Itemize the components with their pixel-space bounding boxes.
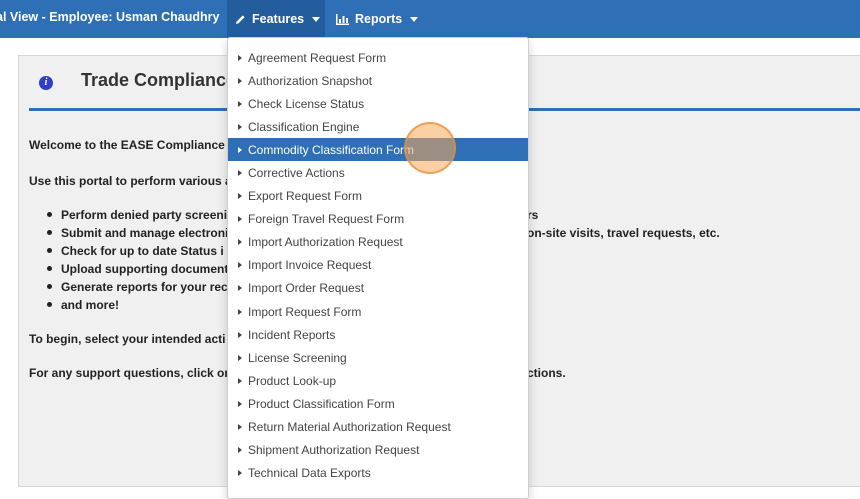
menu-item-label: Export Request Form [248, 189, 363, 204]
bar-chart-icon [336, 13, 349, 25]
list-item: Perform denied party screeni [29, 208, 228, 226]
begin-text: To begin, select your intended acti [29, 332, 226, 346]
portal-title: al View - Employee: Usman Chaudhry [0, 10, 220, 24]
intro-text: Use this portal to perform various a [29, 174, 232, 188]
caret-right-icon [238, 400, 242, 407]
page-title: Trade Compliance [81, 70, 237, 90]
menu-item-label: Authorization Snapshot [248, 73, 373, 88]
caret-right-icon [238, 216, 242, 223]
caret-right-icon [238, 447, 242, 454]
menu-item-import-invoice-request[interactable]: Import Invoice Request [228, 254, 528, 277]
menu-item-label: Product Look-up [248, 373, 337, 388]
caret-right-icon [238, 54, 242, 61]
menu-item-label: Import Request Form [248, 304, 362, 319]
caret-right-icon [238, 123, 242, 130]
menu-item-shipment-authorization-request[interactable]: Shipment Authorization Request [228, 439, 528, 462]
menu-item-label: Check License Status [248, 96, 365, 111]
menu-item-export-request-form[interactable]: Export Request Form [228, 185, 528, 208]
caret-right-icon [238, 77, 242, 84]
features-label: Features [252, 12, 305, 26]
menu-item-import-order-request[interactable]: Import Order Request [228, 277, 528, 300]
chevron-down-icon [410, 16, 419, 22]
feature-list: Perform denied party screeni Submit and … [29, 208, 228, 316]
list-item: Upload supporting document [29, 262, 228, 280]
caret-right-icon [238, 239, 242, 246]
support-text: For any support questions, click on [29, 366, 232, 380]
menu-item-label: Import Authorization Request [248, 235, 403, 250]
menu-item-label: Commodity Classification Form [248, 142, 415, 157]
menu-item-product-look-up[interactable]: Product Look-up [228, 369, 528, 392]
caret-right-icon [238, 470, 242, 477]
menu-item-classification-engine[interactable]: Classification Engine [228, 115, 528, 138]
caret-right-icon [238, 354, 242, 361]
caret-right-icon [238, 100, 242, 107]
menu-item-label: Agreement Request Form [248, 50, 387, 65]
menu-item-import-authorization-request[interactable]: Import Authorization Request [228, 231, 528, 254]
info-icon: i [39, 76, 53, 90]
menu-item-label: Technical Data Exports [248, 466, 371, 481]
menu-item-authorization-snapshot[interactable]: Authorization Snapshot [228, 69, 528, 92]
menu-item-label: Product Classification Form [248, 396, 395, 411]
caret-right-icon [238, 308, 242, 315]
menu-item-commodity-classification-form[interactable]: Commodity Classification Form [228, 138, 528, 162]
caret-right-icon [238, 170, 242, 177]
top-navbar: al View - Employee: Usman Chaudhry Featu… [0, 0, 860, 38]
support-text-fragment: ctions. [527, 366, 566, 380]
features-dropdown: Agreement Request Form Authorization Snap… [227, 37, 529, 499]
reports-menu-button[interactable]: Reports [336, 0, 419, 38]
welcome-text: Welcome to the EASE Compliance [29, 138, 225, 152]
menu-item-label: License Screening [248, 350, 347, 365]
list-item: Submit and manage electroni [29, 226, 228, 244]
menu-item-return-material-authorization-request[interactable]: Return Material Authorization Request [228, 416, 528, 439]
features-menu-list: Agreement Request Form Authorization Snap… [228, 46, 528, 485]
menu-item-technical-data-exports[interactable]: Technical Data Exports [228, 462, 528, 485]
list-item: Check for up to date Status i [29, 244, 228, 262]
menu-item-foreign-travel-request-form[interactable]: Foreign Travel Request Form [228, 208, 528, 231]
menu-item-label: Import Invoice Request [248, 258, 372, 273]
pencil-icon [235, 14, 246, 25]
caret-right-icon [238, 331, 242, 338]
menu-item-label: Classification Engine [248, 119, 360, 134]
menu-item-check-license-status[interactable]: Check License Status [228, 92, 528, 115]
menu-item-import-request-form[interactable]: Import Request Form [228, 300, 528, 323]
menu-item-product-classification-form[interactable]: Product Classification Form [228, 392, 528, 415]
menu-item-label: Incident Reports [248, 327, 336, 342]
caret-right-icon [238, 285, 242, 292]
menu-item-corrective-actions[interactable]: Corrective Actions [228, 161, 528, 184]
menu-item-incident-reports[interactable]: Incident Reports [228, 323, 528, 346]
features-menu-button[interactable]: Features [227, 0, 325, 38]
menu-item-agreement-request-form[interactable]: Agreement Request Form [228, 46, 528, 69]
menu-item-license-screening[interactable]: License Screening [228, 346, 528, 369]
caret-right-icon [238, 262, 242, 269]
menu-item-label: Corrective Actions [248, 166, 345, 181]
caret-right-icon [238, 193, 242, 200]
caret-right-icon [238, 146, 242, 153]
bullet-text-fragment: on-site visits, travel requests, etc. [527, 226, 720, 240]
list-item: and more! [29, 298, 228, 316]
menu-item-label: Import Order Request [248, 281, 365, 296]
chevron-down-icon [312, 16, 321, 22]
list-item: Generate reports for your rec [29, 280, 228, 298]
menu-item-label: Shipment Authorization Request [248, 443, 420, 458]
caret-right-icon [238, 424, 242, 431]
click-indicator [404, 122, 456, 174]
caret-right-icon [238, 377, 242, 384]
reports-label: Reports [355, 12, 403, 26]
menu-item-label: Foreign Travel Request Form [248, 212, 405, 227]
menu-item-label: Return Material Authorization Request [248, 420, 451, 435]
